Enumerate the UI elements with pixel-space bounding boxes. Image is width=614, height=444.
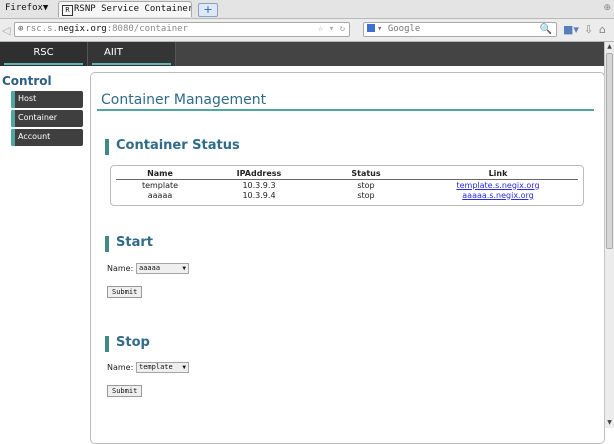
content-panel [90, 72, 605, 444]
container-link[interactable]: aaaaa.s.negix.org [462, 191, 533, 200]
browser-tab-bar: Firefox▼ R RSNP Service Container + ⊕ [0, 0, 614, 19]
home-icon[interactable]: ⌂ [599, 23, 606, 36]
favicon-icon: R [62, 5, 73, 16]
stop-submit-button[interactable]: Submit [107, 385, 143, 397]
new-tab-button[interactable]: + [198, 3, 218, 17]
table-row: aaaaa 10.3.9.4 stop aaaaa.s.negix.org [116, 190, 578, 200]
column-header-ipaddress: IPAddress [204, 168, 314, 180]
cell-link: aaaaa.s.negix.org [418, 190, 578, 200]
search-dropdown-icon[interactable]: ▾ [377, 24, 388, 34]
cell-name: template [141, 180, 179, 190]
sidebar-item-container[interactable]: Container [11, 110, 83, 127]
url-path: :8080/container [106, 24, 188, 34]
dropdown-arrow-icon[interactable]: ▾ [329, 24, 334, 34]
column-header-status: Status [314, 168, 418, 180]
stop-name-label: Name: [107, 363, 134, 372]
section-title-status: Container Status [105, 138, 240, 155]
nav-tab-label: AIIT [104, 47, 123, 58]
sidebar-item-host[interactable]: Host [11, 91, 83, 108]
start-submit-button[interactable]: Submit [107, 286, 143, 298]
scroll-thumb[interactable] [606, 53, 613, 249]
sidebar-item-account[interactable]: Account [11, 129, 83, 146]
addon-icon[interactable]: ■▾ [563, 23, 579, 36]
start-name-select[interactable]: aaaaa ▼ [136, 263, 189, 274]
sidebar-item-label: Account [18, 132, 51, 141]
scroll-up-icon[interactable]: ▲ [605, 42, 614, 52]
table-row: template 10.3.9.3 stop template.s.negix.… [116, 180, 578, 191]
start-name-label: Name: [107, 264, 134, 273]
dropdown-arrow-icon: ▼ [182, 265, 186, 272]
search-icon[interactable]: 🔍 [540, 23, 552, 36]
section-title-start: Start [105, 235, 153, 252]
page-title: Container Management [101, 92, 267, 108]
sidebar-item-label: Container [18, 113, 58, 122]
download-icon[interactable]: ⇩ [584, 23, 593, 36]
dropdown-arrow-icon: ▼ [182, 364, 186, 371]
bookmark-star-icon[interactable]: ☆ [318, 24, 323, 34]
cell-ipaddress: 10.3.9.3 [242, 180, 276, 190]
site-identity-icon[interactable]: ⊕ [18, 24, 23, 34]
search-bar[interactable]: ▾ Google 🔍 [363, 22, 557, 37]
search-placeholder: Google [387, 24, 421, 34]
site-navigation: RSC AIIT [0, 42, 614, 66]
stop-name-select[interactable]: template ▼ [136, 362, 189, 373]
title-divider [97, 109, 594, 111]
nav-tab-aiit[interactable]: AIIT [88, 42, 176, 66]
browser-navigation-bar: ◁ ⊕ rsc.s.negix.org:8080/container ☆ ▾ ↻ … [0, 19, 614, 42]
reload-icon[interactable]: ↻ [340, 24, 345, 34]
scroll-down-icon[interactable]: ▼ [605, 418, 614, 428]
window-resize-icon[interactable]: ⊕ [603, 3, 611, 13]
column-header-name: Name [116, 168, 204, 180]
firefox-menu-button[interactable]: Firefox▼ [2, 2, 51, 15]
back-icon[interactable]: ◁ [2, 24, 10, 37]
page-scrollbar[interactable]: ▲ ▼ [604, 42, 614, 428]
browser-tab[interactable]: R RSNP Service Container [58, 1, 192, 17]
container-status-table: Name IPAddress Status Link template 10.3… [116, 168, 578, 200]
select-value: template [139, 363, 173, 371]
cell-name: aaaaa [147, 190, 173, 200]
cell-ipaddress: 10.3.9.4 [242, 190, 276, 200]
url-prefix: rsc.s. [25, 24, 58, 34]
sidebar-title: Control [2, 74, 52, 88]
cell-status: stop [357, 180, 375, 190]
cell-link: template.s.negix.org [418, 180, 578, 191]
search-engine-icon[interactable] [367, 24, 375, 32]
sidebar-item-label: Host [18, 94, 37, 103]
table-header-row: Name IPAddress Status Link [116, 168, 578, 180]
container-link[interactable]: template.s.negix.org [456, 181, 539, 190]
nav-tab-label: RSC [33, 47, 54, 58]
nav-tab-rsc[interactable]: RSC [0, 42, 88, 66]
column-header-link: Link [418, 168, 578, 180]
url-bar[interactable]: ⊕ rsc.s.negix.org:8080/container ☆ ▾ ↻ [14, 22, 350, 37]
select-value: aaaaa [139, 264, 161, 272]
section-title-stop: Stop [105, 335, 150, 352]
tab-title: RSNP Service Container [74, 4, 192, 14]
cell-status: stop [357, 190, 375, 200]
url-domain: negix.org [57, 24, 107, 34]
